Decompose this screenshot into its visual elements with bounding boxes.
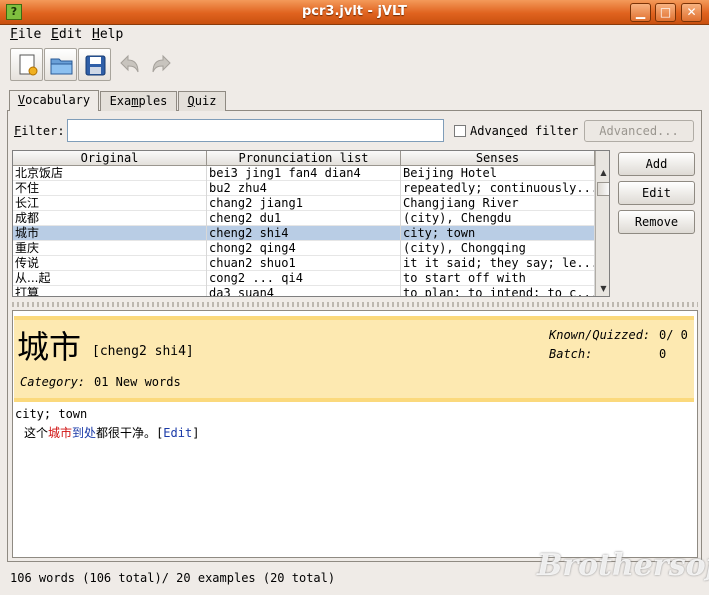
column-header-pronunciation[interactable]: Pronunciation list: [207, 151, 401, 166]
filter-input[interactable]: [67, 119, 444, 142]
tab-quiz[interactable]: Quiz: [178, 91, 226, 111]
filter-label: Filter:: [14, 124, 65, 138]
open-button[interactable]: [44, 48, 77, 81]
advanced-filter-checkbox[interactable]: [454, 125, 466, 137]
cell-pronunciation: bei3 jing1 fan4 dian4: [207, 166, 401, 181]
scroll-up-icon[interactable]: ▲: [597, 166, 609, 180]
cell-senses: Changjiang River: [401, 196, 595, 211]
example-sentence: 这个城市到处都很干净。[Edit]: [24, 426, 200, 440]
table-row[interactable]: 不住 bu2 zhu4 repeatedly; continuously...: [13, 181, 595, 196]
cell-senses: city; town: [401, 226, 595, 241]
menu-edit[interactable]: Edit: [51, 27, 82, 42]
cell-original: 打算: [13, 286, 207, 296]
known-quizzed-label: Known/Quizzed:: [549, 328, 651, 342]
table-row[interactable]: 传说 chuan2 shuo1 it it said; they say; le..…: [13, 256, 595, 271]
cell-senses: it it said; they say; le...: [403, 256, 595, 271]
save-button[interactable]: [78, 48, 111, 81]
status-bar: 106 words (106 total)/ 20 examples (20 t…: [10, 571, 336, 585]
cell-pronunciation: bu2 zhu4: [207, 181, 401, 196]
cell-original: 城市: [13, 226, 207, 241]
tab-vocabulary[interactable]: Vocabulary: [9, 90, 99, 111]
edit-button[interactable]: Edit: [618, 181, 695, 205]
cell-senses: to plan; to intend; to c...: [401, 286, 595, 296]
category-label: Category:: [20, 375, 86, 389]
new-document-icon: [19, 54, 38, 76]
example-edit-link[interactable]: Edit: [163, 426, 192, 440]
cell-original: 长江: [13, 196, 207, 211]
vocabulary-table[interactable]: Original Pronunciation list Senses 北京饭店 b…: [12, 150, 610, 297]
table-row[interactable]: 长江 chang2 jiang1 Changjiang River: [13, 196, 595, 211]
cell-pronunciation: cheng2 shi4: [207, 226, 401, 241]
splitter[interactable]: [12, 302, 698, 307]
cell-senses: (city), Chengdu: [401, 211, 595, 226]
table-row[interactable]: 打算 da3 suan4 to plan; to intend; to c...: [13, 286, 595, 296]
cell-pronunciation: chuan2 shuo1: [207, 256, 401, 271]
watermark: Brothersoft: [537, 548, 709, 583]
table-row[interactable]: 北京饭店 bei3 jing1 fan4 dian4 Beijing Hotel: [13, 166, 595, 181]
close-button[interactable]: ✕: [681, 3, 702, 22]
scroll-down-icon[interactable]: ▼: [597, 282, 609, 296]
table-scrollbar[interactable]: ▲ ▼: [595, 151, 609, 296]
cell-original: 重庆: [13, 241, 207, 256]
table-row[interactable]: 城市 cheng2 shi4 city; town: [13, 226, 595, 241]
cell-original: 从...起: [13, 271, 207, 286]
advanced-filter-label[interactable]: Advanced filter: [470, 124, 578, 138]
batch-value: 0: [659, 347, 667, 361]
menu-file[interactable]: File: [10, 27, 41, 42]
minimize-button[interactable]: ▁: [630, 3, 651, 22]
table-row[interactable]: 重庆 chong2 qing4 (city), Chongqing: [13, 241, 595, 256]
advanced-button[interactable]: Advanced...: [584, 120, 694, 142]
entry-word: 城市: [17, 328, 82, 366]
cell-senses: repeatedly; continuously...: [403, 181, 595, 196]
table-row[interactable]: 成都 cheng2 du1 (city), Chengdu: [13, 211, 595, 226]
remove-button[interactable]: Remove: [618, 210, 695, 234]
cell-original: 北京饭店: [13, 166, 207, 181]
cell-pronunciation: chong2 qing4: [207, 241, 401, 256]
known-quizzed-value: 0/ 0: [659, 328, 688, 342]
cell-original: 成都: [13, 211, 207, 226]
cell-pronunciation: chang2 jiang1: [207, 196, 401, 211]
cell-pronunciation: da3 suan4: [207, 286, 401, 296]
entry-sense: city; town: [15, 407, 88, 421]
add-button[interactable]: Add: [618, 152, 695, 176]
undo-icon: [120, 54, 139, 73]
tab-examples[interactable]: Examples: [100, 91, 177, 111]
redo-icon: [152, 54, 171, 73]
category-value: 01 New words: [94, 375, 181, 389]
new-button[interactable]: [10, 48, 43, 81]
window-title: pcr3.jvlt - jVLT: [302, 4, 407, 19]
batch-label: Batch:: [549, 347, 593, 361]
redo-button[interactable]: [146, 48, 179, 81]
scroll-thumb[interactable]: [597, 182, 609, 196]
cell-pronunciation: cheng2 du1: [207, 211, 401, 226]
table-row[interactable]: 从...起 cong2 ... qi4 to start off with: [13, 271, 595, 286]
undo-button[interactable]: [112, 48, 145, 81]
cell-senses: to start off with: [401, 271, 595, 286]
maximize-button[interactable]: □: [655, 3, 676, 22]
entry-pronunciation: [cheng2 shi4]: [92, 344, 194, 359]
menu-help[interactable]: Help: [92, 27, 123, 42]
open-folder-icon: [50, 58, 73, 75]
column-header-senses[interactable]: Senses: [401, 151, 595, 166]
column-header-original[interactable]: Original: [13, 151, 207, 166]
cell-senses: (city), Chongqing: [401, 241, 595, 256]
save-icon: [85, 55, 106, 76]
cell-original: 传说: [13, 256, 207, 271]
cell-original: 不住: [13, 181, 207, 196]
cell-pronunciation: cong2 ... qi4: [207, 271, 401, 286]
cell-senses: Beijing Hotel: [401, 166, 595, 181]
